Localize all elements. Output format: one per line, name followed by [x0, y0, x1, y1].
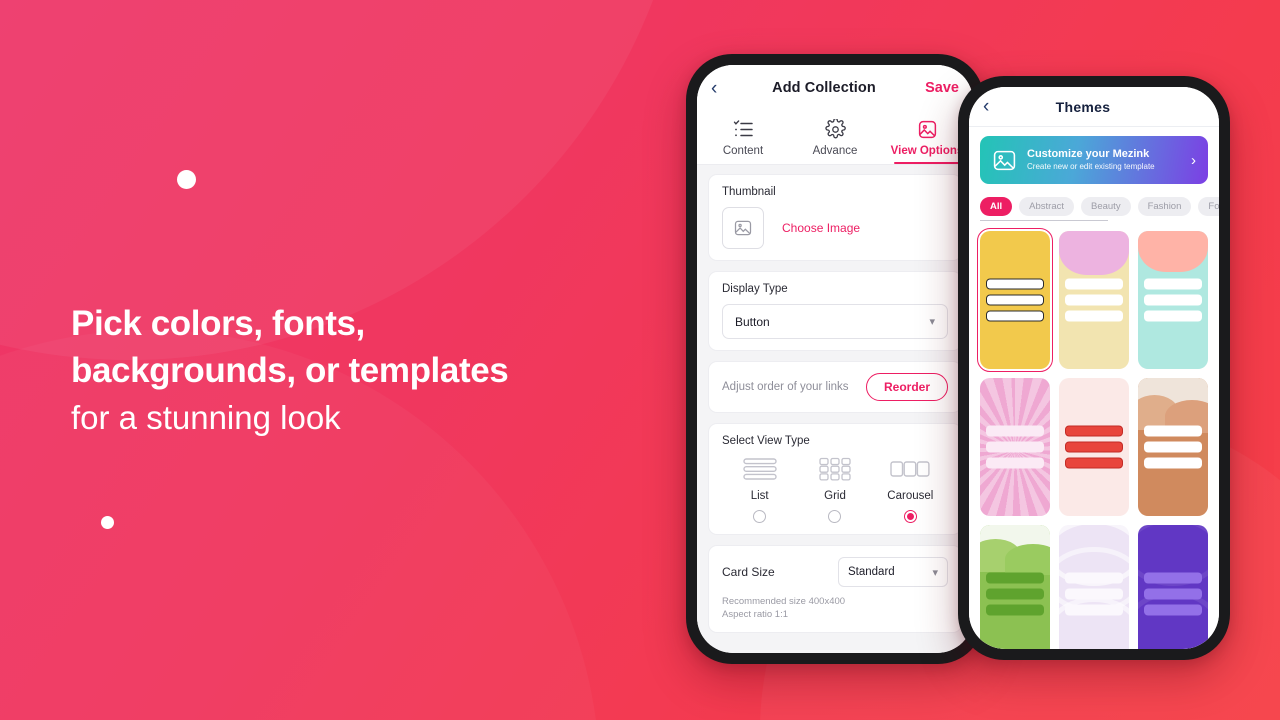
tab-view-options-label: View Options [890, 145, 964, 157]
checklist-icon [733, 118, 754, 140]
view-type-option-carousel[interactable]: Carousel [873, 456, 948, 523]
theme-card-purple-solid[interactable] [1138, 525, 1208, 649]
list-view-icon [742, 456, 777, 482]
image-icon [992, 148, 1017, 173]
page-title: Add Collection [772, 80, 876, 96]
theme-card-blush-red[interactable] [1059, 378, 1129, 516]
view-type-option-list[interactable]: List [722, 456, 797, 523]
card-size-card: Card Size Standard ▾ Recommended size 40… [708, 545, 962, 633]
display-type-label: Display Type [722, 283, 788, 295]
choose-image-button[interactable]: Choose Image [782, 221, 860, 235]
decorative-dot [101, 516, 114, 529]
view-type-label: Select View Type [722, 435, 810, 447]
theme-card-green-hills[interactable] [980, 525, 1050, 649]
banner-subtitle: Create new or edit existing template [1027, 162, 1155, 171]
display-type-card: Display Type Button ▾ [708, 271, 962, 351]
left-content-area: Thumbnail Choose Image Display Type Butt… [697, 165, 973, 653]
headline-line-1: Pick colors, fonts, [71, 304, 365, 343]
back-chevron-left-icon[interactable]: ‹ [711, 79, 731, 98]
phone-mockup-themes: ‹ Themes Customize your Mezink Create ne… [958, 76, 1230, 660]
theme-card-terracotta-hills[interactable] [1138, 378, 1208, 516]
view-type-list-label: List [750, 490, 769, 502]
card-size-select[interactable]: Standard ▾ [838, 557, 948, 587]
card-size-note-1: Recommended size 400x400 [722, 596, 846, 607]
tab-content-label: Content [722, 145, 764, 157]
filter-chip-fashion[interactable]: Fashion [1137, 197, 1192, 216]
filter-chip-food[interactable]: Food [1198, 197, 1219, 216]
filter-chip-all[interactable]: All [980, 197, 1013, 216]
decorative-dot [177, 170, 196, 189]
theme-card-peach-mint[interactable] [1138, 231, 1208, 369]
grid-view-icon [819, 456, 851, 482]
tab-advance-label: Advance [812, 145, 858, 157]
display-type-value: Button [735, 314, 770, 329]
chevron-right-icon: › [1191, 151, 1196, 169]
card-size-label: Card Size [722, 565, 775, 579]
chevron-down-icon: ▾ [929, 316, 935, 328]
headline-line-2: backgrounds, or templates [71, 351, 509, 390]
themes-content-area: Customize your Mezink Create new or edit… [969, 127, 1219, 649]
back-chevron-left-icon[interactable]: ‹ [983, 97, 1003, 116]
reorder-description: Adjust order of your links [722, 381, 849, 393]
image-placeholder-icon[interactable] [722, 207, 764, 249]
headline-line-3: for a stunning look [71, 399, 341, 436]
filter-chip-beauty[interactable]: Beauty [1081, 197, 1131, 216]
theme-card-lavender-arcs[interactable] [1059, 525, 1129, 649]
left-navbar: ‹ Add Collection Save [697, 65, 973, 111]
view-type-option-grid[interactable]: Grid [797, 456, 872, 523]
right-navbar: ‹ Themes [969, 87, 1219, 127]
theme-filter-chips: All Abstract Beauty Fashion Food [980, 197, 1219, 221]
tab-content[interactable]: Content [697, 111, 789, 164]
radio-grid[interactable] [828, 510, 842, 523]
card-size-note-2: Aspect ratio 1:1 [722, 609, 789, 620]
radio-carousel[interactable] [903, 510, 917, 523]
thumbnail-card: Thumbnail Choose Image [708, 174, 962, 261]
customize-banner[interactable]: Customize your Mezink Create new or edit… [980, 136, 1208, 184]
headline: Pick colors, fonts, backgrounds, or temp… [71, 300, 671, 441]
theme-card-pink-sunburst[interactable] [980, 378, 1050, 516]
filter-chip-abstract[interactable]: Abstract [1019, 197, 1074, 216]
display-type-select[interactable]: Button ▾ [722, 304, 948, 339]
carousel-view-icon [890, 456, 930, 482]
theme-card-yellow-solid[interactable] [977, 228, 1053, 372]
thumbnail-label: Thumbnail [722, 186, 776, 198]
tab-bar: Content Advance View Options [697, 111, 973, 165]
theme-grid [977, 228, 1208, 649]
save-button[interactable]: Save [917, 80, 959, 96]
radio-list[interactable] [753, 510, 767, 523]
reorder-button[interactable]: Reorder [865, 373, 948, 401]
card-size-value: Standard [848, 566, 895, 578]
image-icon [917, 118, 938, 140]
tab-advance[interactable]: Advance [789, 111, 881, 164]
phone-mockup-add-collection: ‹ Add Collection Save Content Advance Vi… [686, 54, 984, 664]
view-type-carousel-label: Carousel [887, 490, 934, 502]
view-type-card: Select View Type List Grid Carousel [708, 423, 962, 535]
chevron-down-icon: ▾ [932, 566, 938, 579]
reorder-card: Adjust order of your links Reorder [708, 361, 962, 413]
theme-card-pink-cream[interactable] [1059, 231, 1129, 369]
gear-icon [824, 118, 846, 140]
view-type-grid-label: Grid [824, 490, 846, 502]
banner-title: Customize your Mezink [1027, 148, 1150, 160]
themes-title: Themes [1055, 98, 1111, 115]
